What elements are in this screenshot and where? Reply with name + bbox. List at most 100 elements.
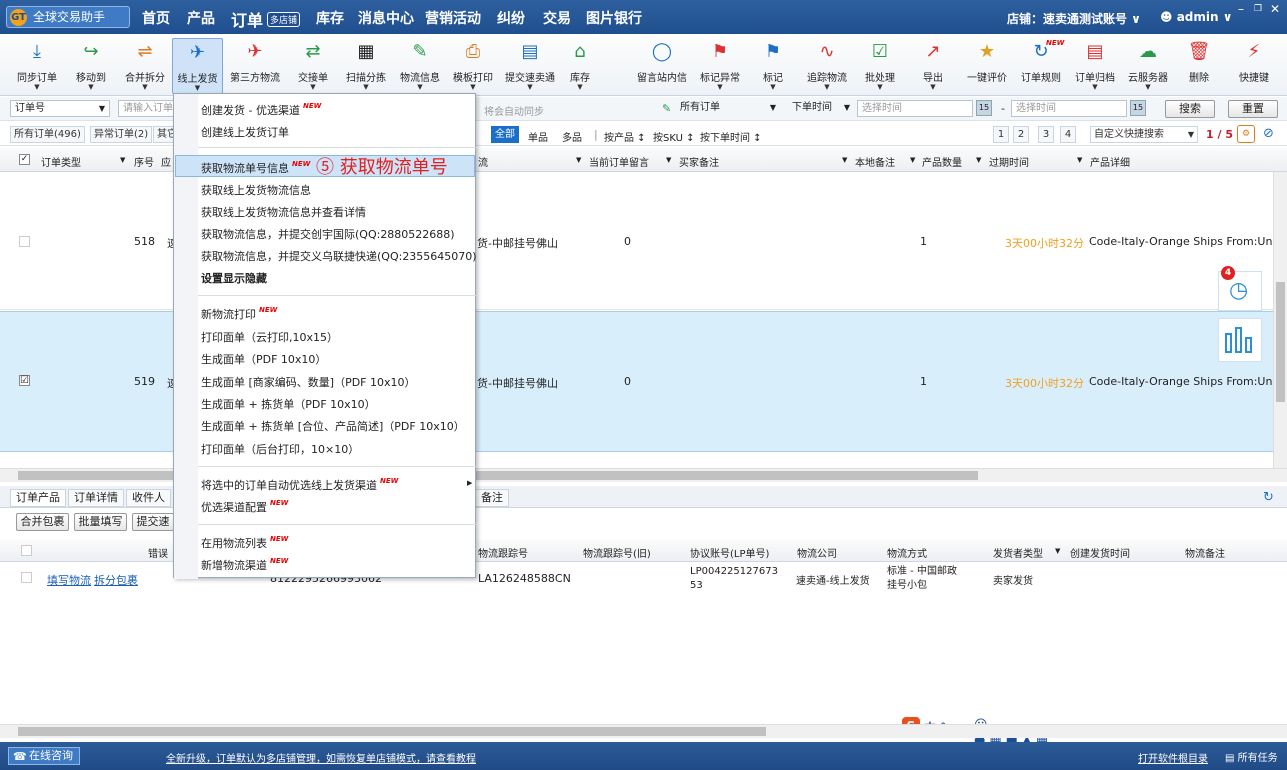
col-logistics-company[interactable]: 物流公司 [797, 545, 837, 560]
page-4[interactable]: 4 [1060, 126, 1076, 143]
user-menu[interactable]: ☻ admin ∨ [1160, 10, 1232, 24]
refresh-icon[interactable]: ↻ [1263, 490, 1274, 505]
inventory-button[interactable]: ⌂ 库存 ▼ [562, 38, 598, 94]
nav-home[interactable]: 首页 [142, 8, 170, 28]
nav-marketing[interactable]: 营销活动 [425, 8, 481, 28]
menu-item-get-submit-chuangyu[interactable]: 获取物流信息，并提交创宇国际(QQ:2880522688) [201, 226, 455, 242]
page-1[interactable]: 1 [993, 126, 1009, 143]
col-error[interactable]: 错误 [148, 545, 168, 560]
tab-notes[interactable]: 备注 [475, 489, 509, 507]
sort-icon[interactable]: ▼ [666, 156, 671, 164]
time-to-input[interactable]: 选择时间 [1011, 100, 1127, 117]
minimize-icon[interactable]: – [1238, 2, 1244, 16]
delete-button[interactable]: 🗑 删除 [1184, 38, 1214, 94]
menu-item-generate-pdf-picking[interactable]: 生成面单 + 拣货单（PDF 10x10） [201, 396, 376, 412]
tab-order-detail[interactable]: 订单详情 [68, 489, 124, 507]
menu-item-get-online-logistics-detail[interactable]: 获取线上发货物流信息并查看详情 [201, 204, 366, 220]
sort-icon[interactable]: ▼ [1077, 156, 1082, 164]
logistics-info-button[interactable]: ✎ 物流信息 ▼ [395, 38, 445, 94]
quick-search-select[interactable]: 自定义快捷搜索 ▼ [1090, 126, 1198, 143]
calendar-icon[interactable]: 15 [1130, 100, 1146, 116]
sync-orders-button[interactable]: ⤓ 同步订单 ▼ [12, 38, 62, 94]
menu-item-create-online-order[interactable]: 创建线上发货订单 [201, 124, 289, 140]
sort-icon[interactable]: ▼ [976, 156, 981, 164]
tab-recipient[interactable]: 收件人 [126, 489, 171, 507]
tab-abnormal-orders[interactable]: 异常订单(2) [90, 126, 153, 143]
col-qty[interactable]: 产品数量 [922, 154, 962, 169]
upgrade-notice-link[interactable]: 全新升级，订单默认为多店铺管理，如需恢复单店铺模式，请查看教程 [166, 750, 476, 765]
menu-item-get-submit-yiwu[interactable]: 获取物流信息，并提交义乌联捷快递(QQ:2355645070) [201, 248, 477, 264]
all-tasks-button[interactable]: ▤ 所有任务 [1225, 749, 1278, 764]
online-consult-button[interactable]: ☎ 在线咨询 [8, 747, 80, 765]
stats-widget[interactable] [1218, 318, 1262, 362]
sort-icon[interactable]: ▼ [910, 156, 915, 164]
nav-messages[interactable]: 消息中心 [358, 8, 414, 28]
search-button[interactable]: 搜索 [1165, 100, 1215, 118]
nav-product[interactable]: 产品 [187, 8, 215, 28]
time-type-select[interactable]: 下单时间 ▼ [788, 100, 852, 117]
merge-split-button[interactable]: ⇌ 合并拆分 ▼ [120, 38, 170, 94]
menu-item-get-online-logistics[interactable]: 获取线上发货物流信息 [201, 182, 311, 198]
track-logistics-button[interactable]: ∿ 追踪物流 ▼ [803, 38, 851, 94]
sort-icon[interactable]: ▼ [842, 156, 847, 164]
export-button[interactable]: ↗ 导出 ▼ [918, 38, 948, 94]
submit-aliexpress-button[interactable]: ▤ 提交速卖通 ▼ [501, 38, 559, 94]
menu-item-display-settings[interactable]: 设置显示隐藏 [201, 270, 267, 286]
nav-image-bank[interactable]: 图片银行 [586, 8, 642, 28]
scrollbar-thumb[interactable] [18, 727, 766, 736]
cloud-server-button[interactable]: ☁ 云服务器 ▼ [1124, 38, 1172, 94]
menu-item-active-logistics-list[interactable]: 在用物流列表 NEW [201, 535, 288, 551]
scrollbar-thumb[interactable] [18, 471, 978, 480]
handover-button[interactable]: ⇄ 交接单 ▼ [290, 38, 336, 94]
menu-item-new-logistics-print[interactable]: 新物流打印 NEW [201, 306, 277, 322]
select-all-checkbox[interactable] [21, 545, 32, 556]
one-click-review-button[interactable]: ★ 一键评价 [962, 38, 1012, 94]
page-3[interactable]: 3 [1038, 126, 1054, 143]
sort-icon[interactable]: ▼ [1055, 547, 1060, 555]
col-old-tracking-no[interactable]: 物流跟踪号(旧) [583, 545, 651, 560]
shop-selector[interactable]: 店铺：速卖通测试账号 ∨ [1007, 10, 1141, 27]
sort-by-time[interactable]: 按下单时间 ↕ [700, 129, 762, 144]
filter-multi[interactable]: 多品 [562, 129, 582, 144]
lower-horizontal-scrollbar[interactable] [0, 724, 1287, 738]
row-checkbox[interactable] [19, 236, 30, 247]
online-shipping-button[interactable]: ✈ 线上发货 ▼ [172, 38, 223, 94]
tab-all-orders[interactable]: 所有订单(496) [10, 126, 85, 143]
order-archive-button[interactable]: ▤ 订单归档 ▼ [1070, 38, 1120, 94]
third-party-logistics-button[interactable]: ✈ 第三方物流 [226, 38, 284, 94]
sort-by-product[interactable]: 按产品 ↕ [604, 129, 646, 144]
sort-icon[interactable]: ▼ [576, 156, 581, 164]
mark-button[interactable]: ⚑ 标记 ▼ [758, 38, 788, 94]
message-button[interactable]: ◯ 留言站内信 [634, 38, 690, 94]
fill-logistics-link[interactable]: 填写物流 [47, 572, 91, 588]
move-to-button[interactable]: ↪ 移动到 ▼ [66, 38, 116, 94]
split-package-link[interactable]: 拆分包裹 [94, 572, 138, 588]
filter-single[interactable]: 单品 [528, 129, 548, 144]
col-seq[interactable]: 序号 [134, 154, 154, 169]
menu-item-preferred-channel-config[interactable]: 优选渠道配置 NEW [201, 499, 288, 515]
batch-process-button[interactable]: ☑ 批处理 ▼ [860, 38, 900, 94]
restore-icon[interactable]: ❐ [1254, 4, 1262, 14]
nav-dispute[interactable]: 纠纷 [497, 8, 525, 28]
col-order-type[interactable]: 订单类型 [41, 154, 81, 169]
col-created-time[interactable]: 创建发货时间 [1070, 545, 1130, 560]
filter-all[interactable]: 全部 [491, 126, 519, 143]
col-shipper-type[interactable]: 发货者类型 [993, 545, 1043, 560]
time-from-input[interactable]: 选择时间 [857, 100, 973, 117]
visibility-icon[interactable]: ⊘ [1263, 126, 1274, 141]
menu-item-print-backend[interactable]: 打印面单（后台打印，10×10） [201, 441, 359, 457]
merge-package-button[interactable]: 合并包裹 [16, 513, 69, 531]
nav-inventory[interactable]: 库存 [316, 8, 344, 28]
nav-trade[interactable]: 交易 [543, 8, 571, 28]
col-current-message[interactable]: 当前订单留言 [589, 154, 649, 169]
menu-item-generate-pdf[interactable]: 生成面单（PDF 10x10） [201, 351, 326, 367]
calendar-icon[interactable]: 15 [976, 100, 992, 116]
column-settings-icon[interactable]: ⚙ [1237, 125, 1255, 143]
close-icon[interactable]: ✕ [1270, 2, 1280, 16]
scan-sort-button[interactable]: ▦ 扫描分拣 ▼ [341, 38, 391, 94]
template-print-button[interactable]: ⎙ 模板打印 ▼ [448, 38, 498, 94]
menu-item-create-preferred[interactable]: 创建发货 - 优选渠道 NEW [201, 102, 321, 118]
tab-order-products[interactable]: 订单产品 [10, 489, 66, 507]
submit-aliexpress-small-button[interactable]: 提交速卖 [132, 513, 174, 531]
batch-fill-button[interactable]: 批量填写 [74, 513, 127, 531]
